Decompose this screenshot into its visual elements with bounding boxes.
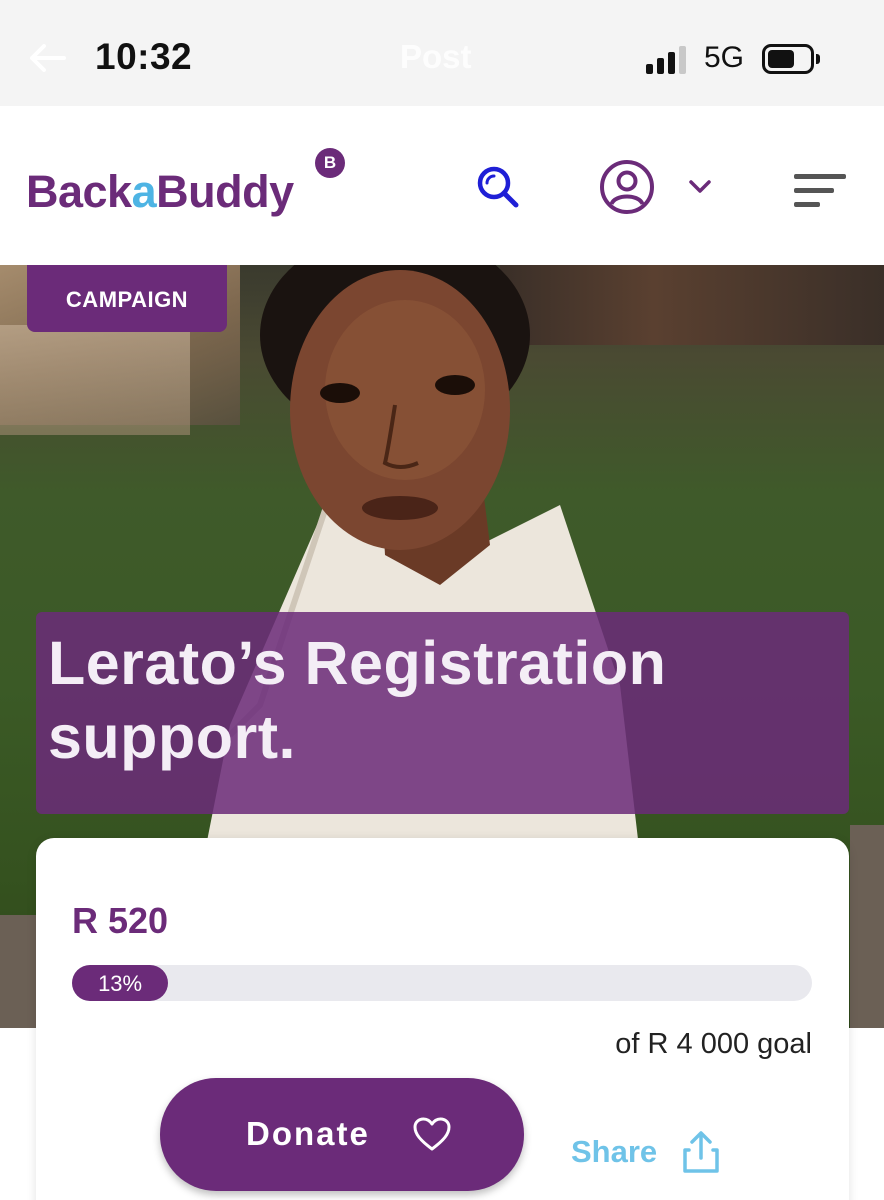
share-label: Share xyxy=(571,1134,658,1169)
share-icon xyxy=(683,1131,719,1173)
site-header: BackaBuddy B xyxy=(0,106,884,265)
chevron-down-icon[interactable] xyxy=(686,176,714,196)
signal-icon xyxy=(646,44,688,74)
campaign-tag: CAMPAIGN xyxy=(27,265,227,332)
search-icon[interactable] xyxy=(475,164,521,210)
status-bar: 10:32 Post 5G xyxy=(0,0,884,106)
status-title: Post xyxy=(400,38,472,75)
status-time: 10:32 xyxy=(95,36,193,77)
goal-text: of R 4 000 goal xyxy=(615,1028,812,1060)
network-label: 5G xyxy=(704,41,745,74)
amount-raised: R 520 xyxy=(72,900,169,941)
progress-bar: 13% xyxy=(72,965,812,1001)
donate-label: Donate xyxy=(246,1115,370,1152)
donate-button[interactable]: Donate xyxy=(160,1078,524,1191)
campaign-title: Lerato’s Registration support. xyxy=(48,629,667,771)
progress-fill: 13% xyxy=(72,965,169,1001)
campaign-title-box: Lerato’s Registration support. xyxy=(36,612,849,814)
logo-badge: B xyxy=(315,148,345,178)
back-arrow-icon[interactable] xyxy=(26,38,68,78)
battery-icon xyxy=(762,44,820,74)
menu-icon[interactable] xyxy=(794,170,846,212)
user-account-icon[interactable] xyxy=(598,158,656,216)
donation-card: R 520 13% of R 4 000 goal Donate Share xyxy=(36,838,849,1200)
heart-icon xyxy=(413,1117,451,1151)
